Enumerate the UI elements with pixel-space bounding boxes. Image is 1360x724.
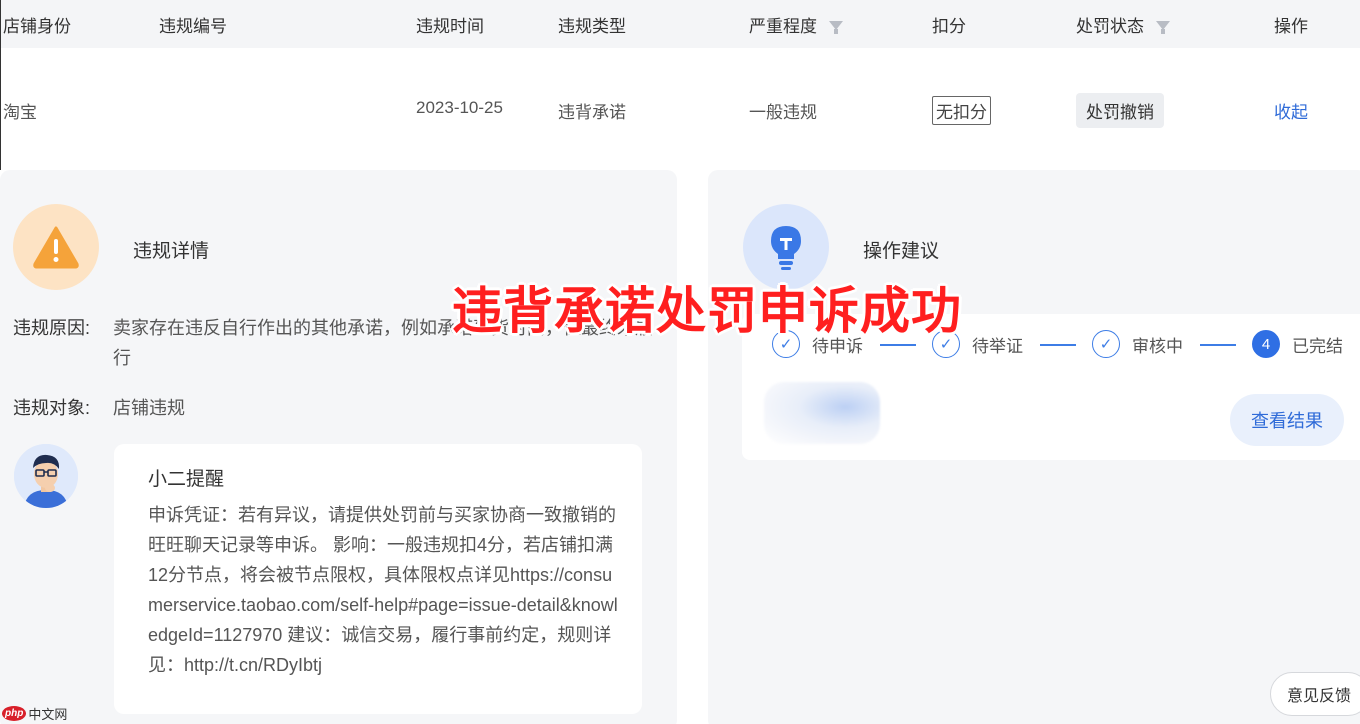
blurred-image [764, 382, 880, 444]
target-label: 违规对象: [13, 398, 91, 418]
header-violation-time: 违规时间 [416, 17, 484, 36]
cell-violation-type: 违背承诺 [558, 103, 626, 122]
status-badge: 处罚撤销 [1076, 93, 1164, 128]
view-result-button[interactable]: 查看结果 [1230, 394, 1344, 446]
header-action: 操作 [1274, 17, 1308, 36]
header-deduction: 扣分 [932, 17, 966, 36]
reason-label: 违规原因: [13, 318, 91, 338]
avatar [14, 444, 78, 508]
step-connector [880, 344, 916, 346]
filter-icon[interactable] [1156, 21, 1170, 34]
header-shop-identity: 店铺身份 [3, 17, 71, 36]
reminder-card: 小二提醒 申诉凭证：若有异议，请提供处罚前与买家协商一致撤销的旺旺聊天记录等申诉… [114, 444, 642, 714]
reminder-title: 小二提醒 [148, 469, 225, 490]
target-value: 店铺违规 [113, 398, 185, 418]
watermark-logo: php 中文网 [2, 704, 67, 723]
table-row: 淘宝 2023-10-25 违背承诺 一般违规 无扣分 处罚撤销 收起 [0, 48, 1360, 170]
header-severity: 严重程度 [749, 12, 843, 37]
overlay-caption: 违背承诺处罚申诉成功 [452, 282, 962, 340]
step-connector [1200, 344, 1236, 346]
header-violation-id: 违规编号 [159, 17, 227, 36]
cell-violation-time: 2023-10-25 [416, 98, 503, 117]
watermark-badge: php [2, 706, 27, 721]
filter-icon[interactable] [829, 21, 843, 34]
watermark-text: 中文网 [28, 707, 68, 722]
operation-advice-title: 操作建议 [863, 241, 940, 262]
step-completed: 4 已完结 [1252, 330, 1343, 358]
violation-detail-panel: 违规详情 违规原因: 卖家存在违反自行作出的其他承诺，例如承诺到货时间，但最终未… [0, 170, 677, 724]
step-label: 审核中 [1132, 336, 1183, 356]
step-label: 已完结 [1292, 336, 1343, 356]
step-connector [1040, 344, 1076, 346]
feedback-button[interactable]: 意见反馈 [1270, 672, 1360, 716]
cell-severity: 一般违规 [749, 103, 817, 122]
detail-area: 违规详情 违规原因: 卖家存在违反自行作出的其他承诺，例如承诺到货时间，但最终未… [0, 170, 1360, 724]
step-label: 待举证 [972, 336, 1023, 356]
violation-detail-title: 违规详情 [133, 241, 210, 262]
table-header: 店铺身份 违规编号 违规时间 违规类型 严重程度 扣分 处罚状态 操作 [0, 0, 1360, 48]
warning-icon [13, 204, 99, 290]
step-number: 4 [1252, 330, 1280, 358]
collapse-link[interactable]: 收起 [1274, 98, 1308, 123]
reminder-body: 申诉凭证：若有异议，请提供处罚前与买家协商一致撤销的旺旺聊天记录等申诉。 影响：… [148, 505, 618, 675]
cell-shop-identity: 淘宝 [3, 103, 37, 122]
header-violation-type: 违规类型 [558, 17, 626, 36]
header-severity-label: 严重程度 [749, 17, 817, 36]
step-under-review: ✓ 审核中 [1092, 330, 1183, 358]
header-penalty-status: 处罚状态 [1076, 12, 1170, 37]
deduction-tag: 无扣分 [932, 96, 991, 125]
check-icon: ✓ [1092, 330, 1120, 358]
header-penalty-status-label: 处罚状态 [1076, 17, 1144, 36]
